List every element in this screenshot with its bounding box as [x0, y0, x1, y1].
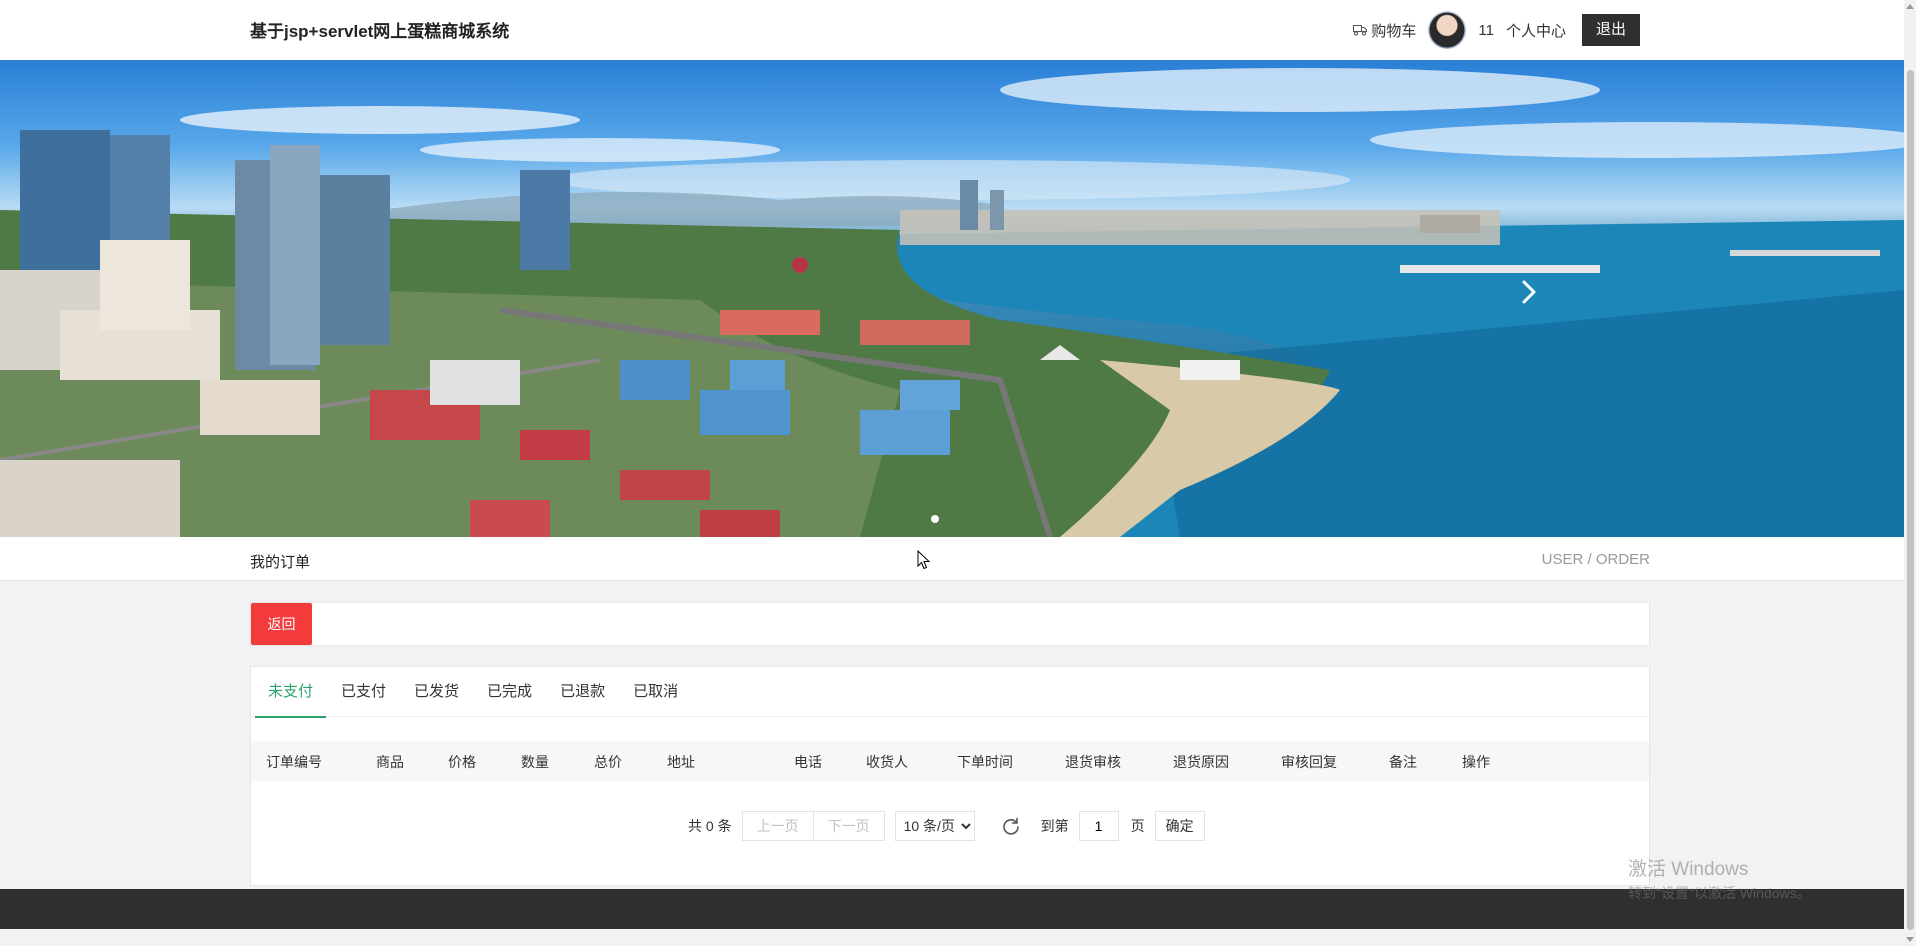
- header-actions: 购物车 11 个人中心 退出: [1353, 10, 1640, 50]
- total-count: 共 0 条: [688, 818, 732, 834]
- windows-activation-watermark: 激活 Windows 转到"设置"以激活 Windows。: [1628, 854, 1811, 903]
- column-header-quantity: 数量: [521, 754, 549, 770]
- column-header-remark: 备注: [1389, 754, 1417, 770]
- section-breadcrumb: USER / ORDER: [1541, 551, 1650, 568]
- column-header-address: 地址: [667, 754, 695, 770]
- watermark-line1: 激活 Windows: [1628, 859, 1749, 880]
- cart-link[interactable]: 购物车: [1353, 20, 1416, 41]
- banner-image: [0, 68, 1904, 537]
- tab-refunded[interactable]: 已退款: [547, 667, 618, 717]
- pagination: 共 0 条 上一页 下一页 10 条/页 到第 页 确定: [688, 811, 1205, 841]
- username: 11: [1478, 21, 1494, 39]
- cart-label: 购物车: [1371, 22, 1417, 40]
- refresh-icon[interactable]: [1001, 816, 1021, 836]
- goto-confirm-button[interactable]: 确定: [1154, 811, 1205, 841]
- mouse-cursor-icon: [917, 550, 931, 570]
- truck-icon: [1353, 25, 1368, 36]
- column-header-product: 商品: [376, 754, 404, 770]
- column-header-action: 操作: [1462, 754, 1490, 770]
- back-button[interactable]: 返回: [251, 603, 312, 645]
- avatar[interactable]: [1428, 11, 1467, 49]
- section-header: 我的订单 USER / ORDER: [0, 537, 1904, 581]
- tab-cancelled[interactable]: 已取消: [620, 667, 691, 717]
- site-title[interactable]: 基于jsp+servlet网上蛋糕商城系统: [250, 17, 509, 42]
- top-header: 基于jsp+servlet网上蛋糕商城系统 购物车 11 个人中心 退出: [0, 0, 1904, 60]
- column-header-return-reason: 退货原因: [1173, 754, 1229, 770]
- back-panel: 返回: [250, 602, 1650, 646]
- logout-button[interactable]: 退出: [1581, 14, 1640, 46]
- orders-panel: 未支付 已支付 已发货 已完成 已退款 已取消 订单编号 商品 价格 数量 总价…: [250, 666, 1650, 886]
- column-header-order-no: 订单编号: [266, 754, 322, 770]
- scrollbar-thumb[interactable]: [1907, 70, 1914, 930]
- tab-shipped[interactable]: 已发货: [401, 667, 472, 717]
- goto-label: 到第: [1040, 818, 1069, 834]
- carousel-indicator-dot[interactable]: [931, 515, 939, 523]
- prev-page-button[interactable]: 上一页: [741, 811, 814, 841]
- bottom-strip: [0, 929, 1904, 946]
- page-scrollbar[interactable]: [1904, 0, 1916, 946]
- scroll-up-arrow-icon[interactable]: [1906, 4, 1914, 9]
- section-title: 我的订单: [250, 554, 311, 571]
- column-header-review-reply: 审核回复: [1281, 754, 1337, 770]
- column-header-total: 总价: [594, 754, 622, 770]
- next-page-button[interactable]: 下一页: [813, 811, 885, 841]
- column-header-price: 价格: [448, 754, 476, 770]
- column-header-receiver: 收货人: [866, 754, 908, 770]
- banner-carousel: [0, 60, 1904, 537]
- tab-completed[interactable]: 已完成: [474, 667, 545, 717]
- order-status-tabs: 未支付 已支付 已发货 已完成 已退款 已取消: [251, 667, 1649, 718]
- tab-paid[interactable]: 已支付: [328, 667, 399, 717]
- column-header-phone: 电话: [794, 754, 822, 770]
- personal-center-link[interactable]: 个人中心: [1506, 20, 1566, 41]
- scroll-down-arrow-icon[interactable]: [1906, 937, 1914, 942]
- column-header-order-time: 下单时间: [957, 754, 1013, 770]
- page-unit-label: 页: [1130, 818, 1145, 834]
- carousel-next-arrow[interactable]: [1516, 272, 1542, 312]
- goto-page-input[interactable]: [1078, 811, 1119, 841]
- tab-unpaid[interactable]: 未支付: [255, 667, 327, 718]
- table-header: 订单编号 商品 价格 数量 总价 地址 电话 收货人 下单时间 退货审核 退货原…: [251, 741, 1649, 781]
- column-header-return-review: 退货审核: [1065, 754, 1121, 770]
- watermark-line2: 转到"设置"以激活 Windows。: [1628, 885, 1811, 901]
- footer: [0, 889, 1904, 929]
- page-size-select[interactable]: 10 条/页: [894, 811, 975, 841]
